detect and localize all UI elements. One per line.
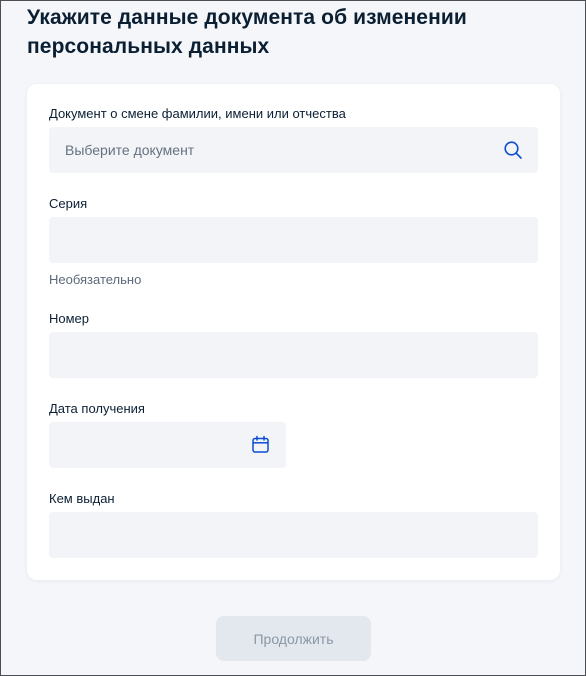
issued-by-field-label: Кем выдан [49,491,115,506]
continue-button[interactable]: Продолжить [216,616,371,661]
series-optional-hint: Необязательно [49,272,142,287]
search-icon[interactable] [503,140,523,160]
form-card: Документ о смене фамилии, имени или отче… [27,84,560,580]
calendar-icon[interactable] [251,435,270,454]
document-select-placeholder: Выберите документ [65,142,195,158]
issued-by-input[interactable] [49,512,538,558]
document-select[interactable]: Выберите документ [49,127,538,173]
series-field-label: Серия [49,196,88,211]
document-field-label: Документ о смене фамилии, имени или отче… [49,106,346,121]
page-title: Укажите данные документа об изменении пе… [27,6,467,58]
issue-date-field-label: Дата получения [49,401,145,416]
number-input[interactable] [49,332,538,378]
issue-date-input[interactable] [49,422,286,468]
series-input[interactable] [49,217,538,263]
number-field-label: Номер [49,311,90,326]
